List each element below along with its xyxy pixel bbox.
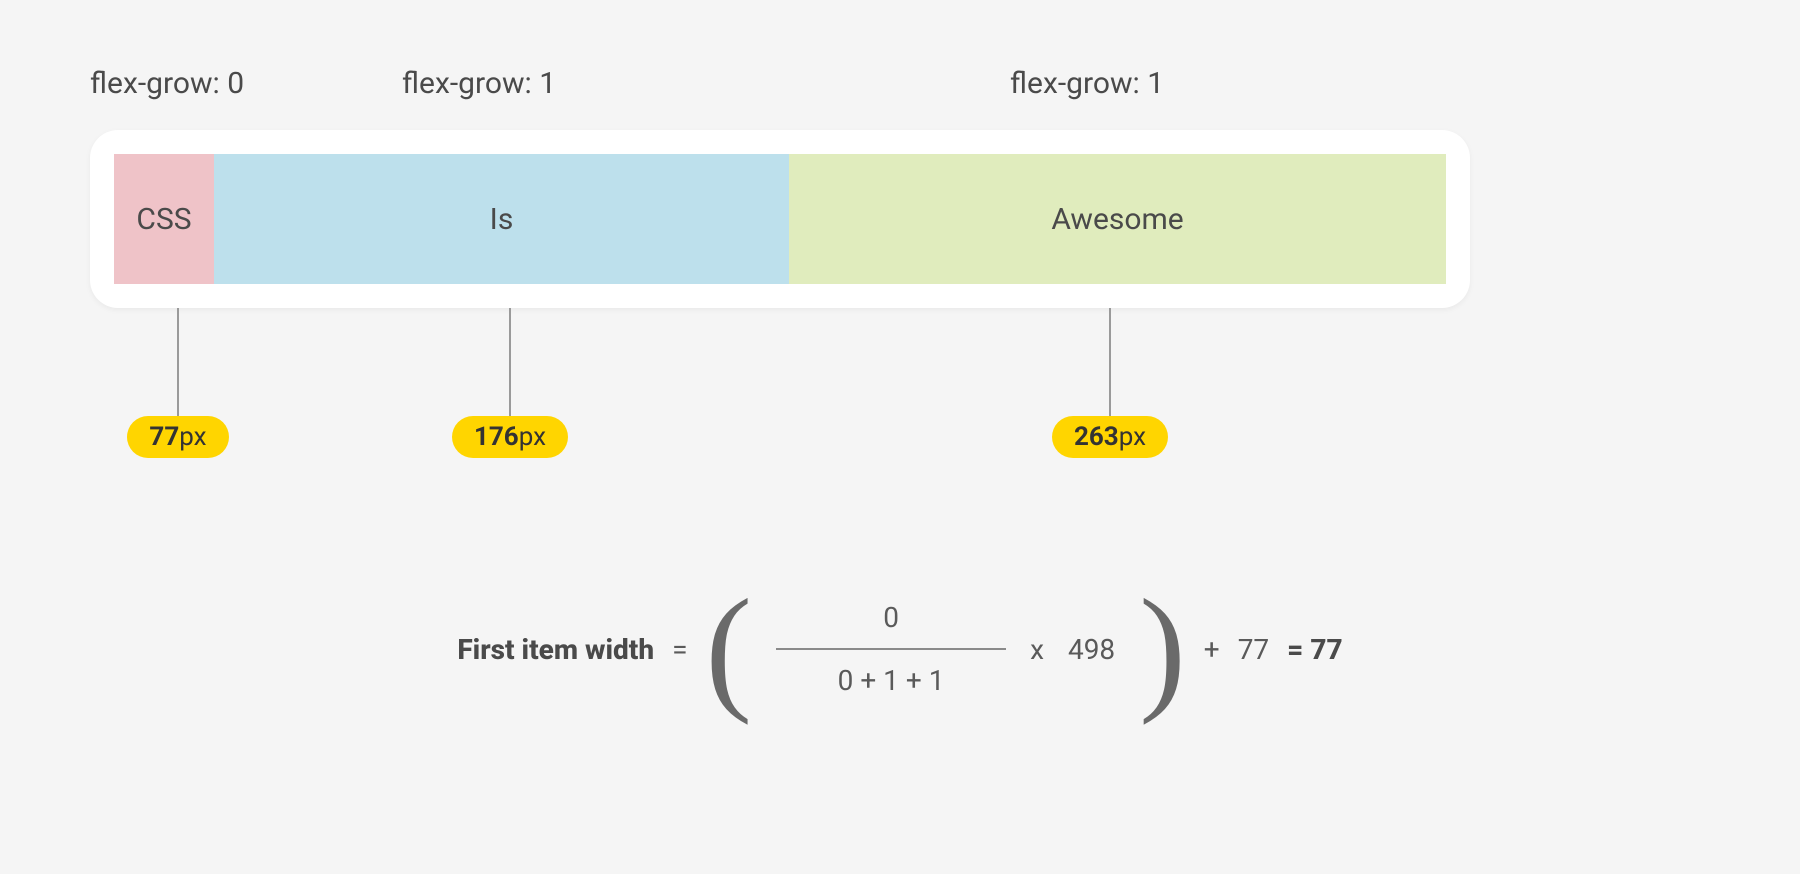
formula-result: = 77 [1287, 633, 1343, 666]
equals-sign: = [672, 633, 687, 666]
paren-close: ) [1139, 600, 1186, 698]
formula-row: First item width = ( 0 0 + 1 + 1 x 498 )… [0, 600, 1800, 698]
paren-open: ( [705, 600, 752, 698]
flex-item-label: CSS [136, 202, 191, 237]
fraction: 0 0 + 1 + 1 [776, 601, 1006, 697]
fraction-bar [776, 648, 1006, 650]
width-pill-3: 263px [1052, 416, 1168, 458]
plus-sign: + [1204, 633, 1220, 666]
grow-label-1: flex-grow: 1 [402, 66, 556, 101]
flex-item-awesome: Awesome [789, 154, 1446, 284]
grow-label-0: flex-grow: 0 [90, 66, 244, 101]
times-sign: x [1030, 633, 1044, 666]
flex-item-css: CSS [114, 154, 214, 284]
leader-line [177, 308, 179, 418]
leader-2: 176px [440, 308, 580, 458]
leader-line [509, 308, 511, 418]
flex-container-card: CSS Is Awesome [90, 130, 1470, 308]
leader-1: 77px [108, 308, 248, 458]
flex-grow-labels-row: flex-grow: 0 flex-grow: 1 flex-grow: 1 [90, 66, 1710, 106]
leader-3: 263px [1040, 308, 1180, 458]
flex-item-label: Awesome [1051, 202, 1183, 237]
width-pill-1: 77px [127, 416, 228, 458]
addend: 77 [1238, 633, 1269, 666]
multiplier: 498 [1068, 633, 1115, 666]
formula-label: First item width [457, 633, 654, 666]
flex-item-label: Is [490, 202, 514, 237]
grow-label-2: flex-grow: 1 [1010, 66, 1164, 101]
numerator: 0 [883, 601, 899, 634]
paren-group: ( 0 0 + 1 + 1 x 498 ) [705, 600, 1185, 698]
flex-row: CSS Is Awesome [114, 154, 1446, 284]
denominator: 0 + 1 + 1 [838, 664, 945, 697]
leader-lines: 77px 176px 263px [90, 308, 1710, 508]
flex-item-is: Is [214, 154, 789, 284]
width-pill-2: 176px [452, 416, 568, 458]
leader-line [1109, 308, 1111, 418]
